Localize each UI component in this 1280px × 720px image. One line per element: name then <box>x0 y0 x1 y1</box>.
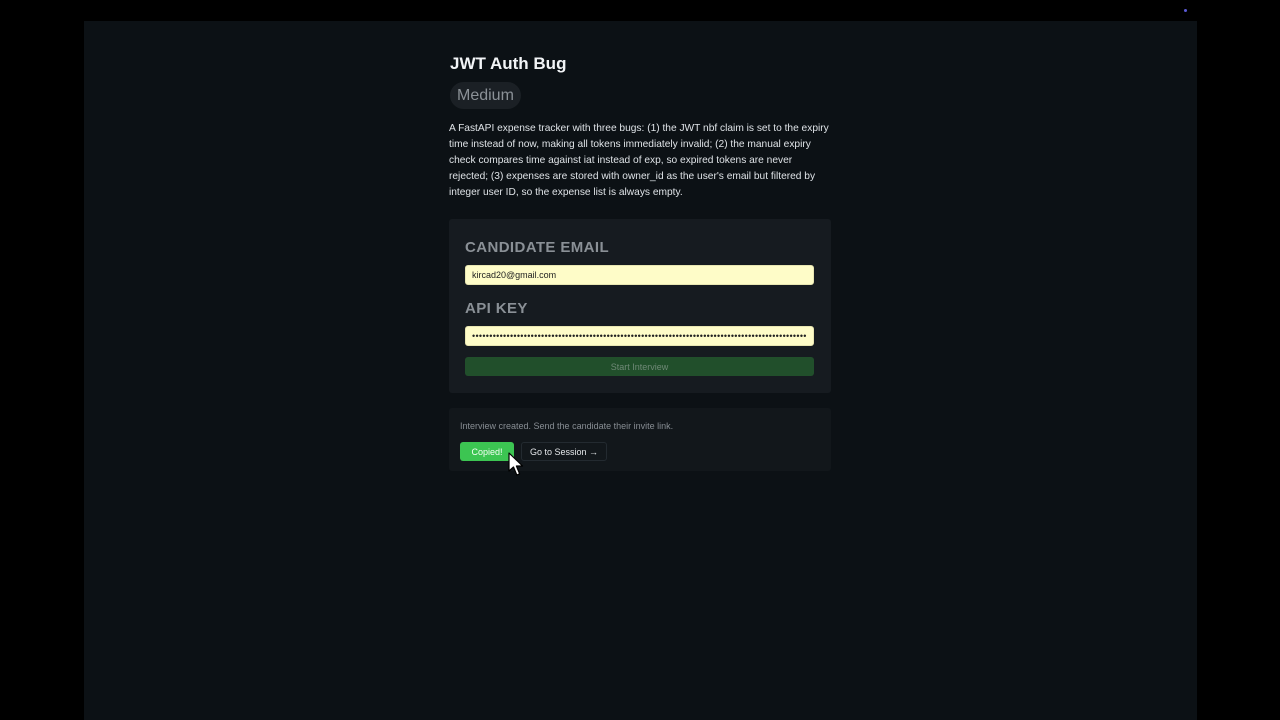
go-to-session-button[interactable]: Go to Session → <box>521 442 608 461</box>
start-interview-button[interactable]: Start Interview <box>465 357 814 376</box>
status-dot <box>1184 9 1187 12</box>
page-title: JWT Auth Bug <box>450 54 567 73</box>
mouse-pointer-icon <box>508 452 524 476</box>
result-card: Interview created. Send the candidate th… <box>449 408 831 471</box>
email-field[interactable] <box>465 265 814 285</box>
interview-form: CANDIDATE EMAIL API KEY Start Interview <box>449 219 831 393</box>
api-key-label: API KEY <box>465 300 528 317</box>
difficulty-badge: Medium <box>450 82 521 109</box>
email-label: CANDIDATE EMAIL <box>465 239 610 256</box>
api-key-field[interactable] <box>465 326 814 346</box>
copy-link-button[interactable]: Copied! <box>460 442 514 461</box>
problem-description: A FastAPI expense tracker with three bug… <box>449 123 829 198</box>
result-message: Interview created. Send the candidate th… <box>460 421 674 431</box>
